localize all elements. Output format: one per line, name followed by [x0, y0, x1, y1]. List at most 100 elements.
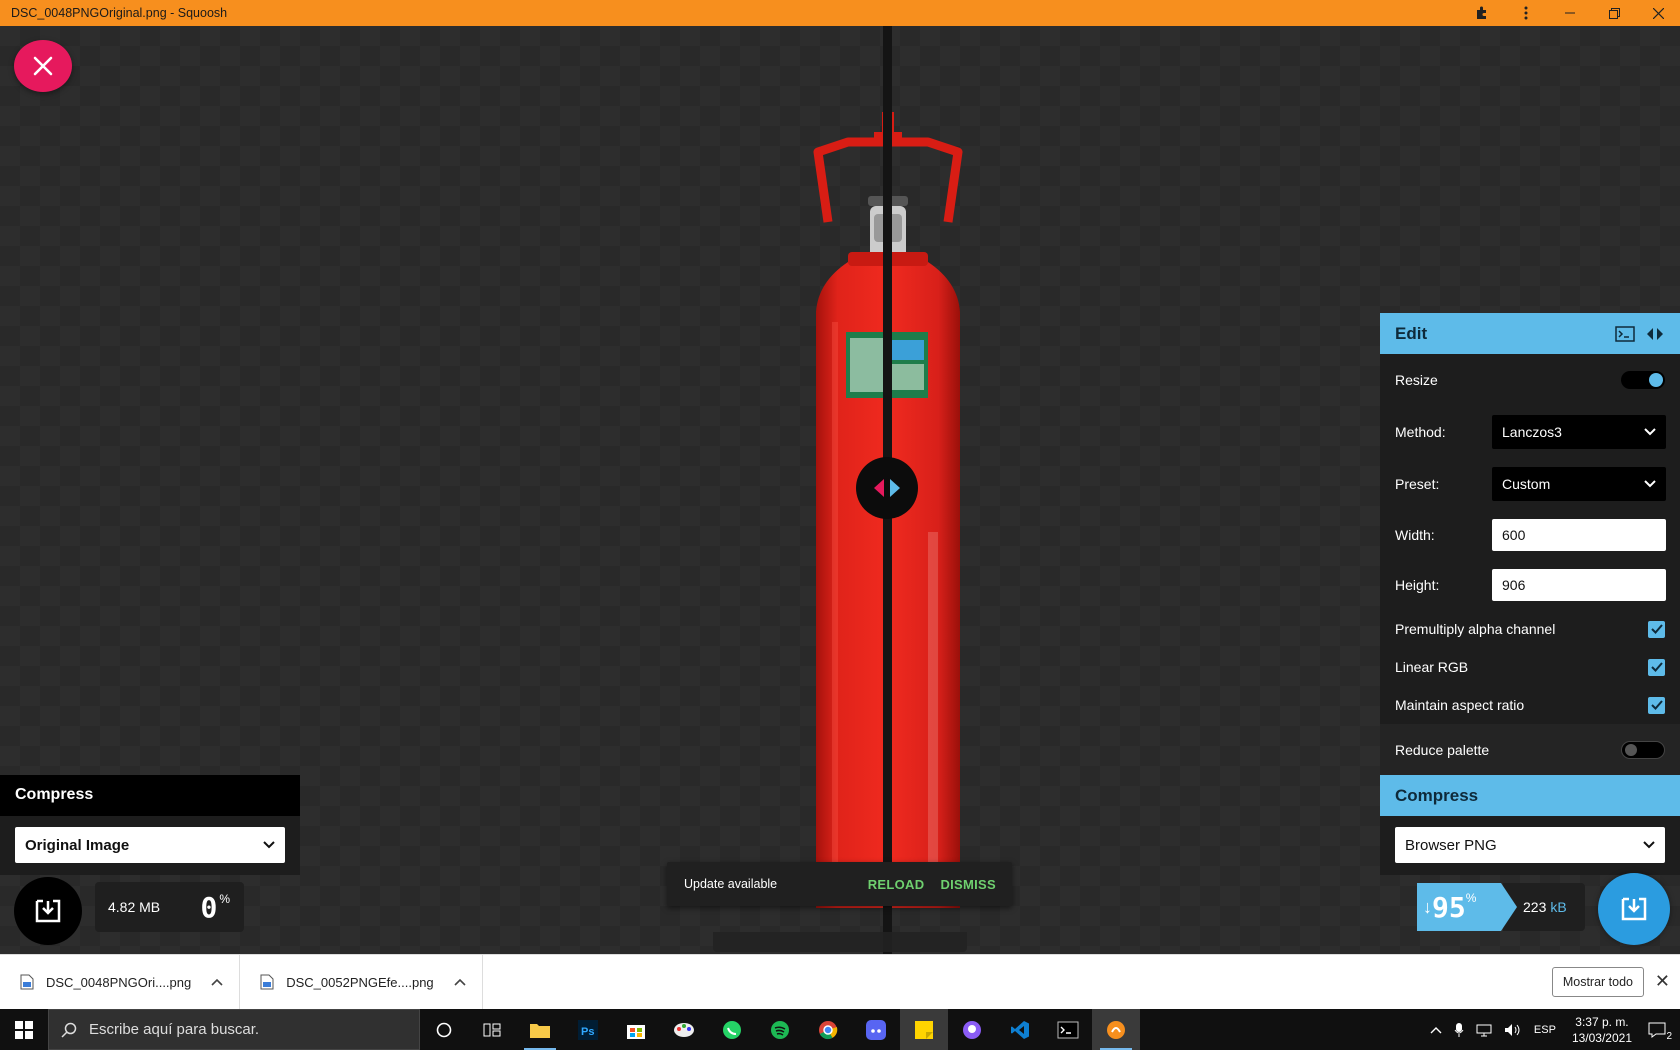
linear-rgb-row: Linear RGB — [1380, 648, 1680, 686]
image-file-icon — [260, 974, 274, 990]
resize-toggle[interactable] — [1621, 371, 1665, 389]
sticky-notes-icon[interactable] — [900, 1009, 948, 1050]
image-file-icon — [20, 974, 34, 990]
minimize-icon[interactable] — [1548, 0, 1592, 26]
checkmark-icon — [1650, 700, 1663, 710]
left-compress-panel: Compress Original Image — [0, 775, 300, 875]
left-compress-header: Compress — [0, 775, 300, 816]
chevron-down-icon — [263, 841, 275, 849]
chevron-up-icon[interactable] — [1430, 1026, 1442, 1034]
checkmark-icon — [1650, 624, 1663, 634]
chevron-up-icon[interactable] — [211, 978, 223, 986]
method-value: Lanczos3 — [1502, 424, 1562, 440]
close-image-button[interactable] — [14, 40, 72, 92]
microphone-icon[interactable] — [1454, 1022, 1464, 1038]
premultiply-checkbox[interactable] — [1648, 620, 1665, 638]
reduce-palette-toggle[interactable] — [1621, 740, 1665, 759]
store-icon[interactable] — [612, 1009, 660, 1050]
download-item-name: DSC_0052PNGEfe....png — [286, 974, 434, 990]
network-icon[interactable] — [1476, 1023, 1492, 1037]
x-icon — [33, 56, 53, 76]
left-download-button[interactable] — [14, 877, 82, 945]
squoosh-icon[interactable] — [1092, 1009, 1140, 1050]
task-view-icon[interactable] — [468, 1009, 516, 1050]
left-file-size: 4.82 MB 0 % — [95, 882, 244, 932]
left-size-value: 4.82 — [108, 899, 136, 915]
width-input[interactable] — [1492, 519, 1666, 551]
left-codec-select[interactable]: Original Image — [15, 827, 285, 863]
vscode-icon[interactable] — [996, 1009, 1044, 1050]
notification-count: 2 — [1666, 1030, 1672, 1042]
puzzle-icon[interactable] — [1460, 0, 1504, 26]
linear-rgb-label: Linear RGB — [1395, 659, 1469, 675]
left-percent-symbol: % — [219, 892, 230, 906]
download-shelf: DSC_0048PNGOri....png DSC_0052PNGEfe....… — [0, 954, 1680, 1010]
system-tray: ESP 3:37 p. m. 13/03/2021 2 — [1424, 1009, 1680, 1050]
zoom-controls[interactable] — [713, 932, 967, 952]
right-download-button[interactable] — [1598, 873, 1670, 945]
show-all-button[interactable]: Mostrar todo — [1551, 967, 1644, 997]
dismiss-button[interactable]: DISMISS — [940, 877, 996, 892]
down-arrow-icon: ↓ — [1423, 896, 1432, 917]
windows-start-icon[interactable] — [0, 1009, 48, 1050]
taskbar-search[interactable]: Escribe aquí para buscar. — [48, 1009, 420, 1050]
notifications-icon[interactable]: 2 — [1648, 1022, 1672, 1042]
taskbar: Escribe aquí para buscar. Ps ESP 3:37 p.… — [0, 1009, 1680, 1050]
language-indicator[interactable]: ESP — [1534, 1024, 1556, 1036]
photoshop-icon[interactable]: Ps — [564, 1009, 612, 1050]
download-item[interactable]: DSC_0048PNGOri....png — [0, 954, 241, 1010]
chevron-down-icon — [1644, 480, 1656, 488]
linear-rgb-checkbox[interactable] — [1648, 658, 1665, 676]
clock[interactable]: 3:37 p. m. 13/03/2021 — [1572, 1014, 1632, 1046]
output-size-unit: kB — [1550, 899, 1567, 915]
close-shelf-icon[interactable]: ✕ — [1655, 971, 1670, 992]
split-toggle-icon[interactable] — [1645, 327, 1665, 341]
right-codec-value: Browser PNG — [1405, 836, 1497, 854]
window-title: DSC_0048PNGOriginal.png - Squoosh — [11, 6, 228, 20]
restore-icon[interactable] — [1592, 0, 1636, 26]
resize-label: Resize — [1395, 372, 1438, 388]
terminal-app-icon[interactable] — [1044, 1009, 1092, 1050]
output-size-value: 223 — [1523, 899, 1547, 915]
github-icon[interactable] — [948, 1009, 996, 1050]
chrome-icon[interactable] — [804, 1009, 852, 1050]
aspect-label: Maintain aspect ratio — [1395, 697, 1525, 713]
reload-button[interactable]: RELOAD — [868, 877, 925, 892]
window-title-bar: DSC_0048PNGOriginal.png - Squoosh — [0, 0, 1680, 26]
reduce-palette-label: Reduce palette — [1395, 741, 1490, 758]
whatsapp-icon[interactable] — [708, 1009, 756, 1050]
savings-value: 95 — [1432, 890, 1466, 924]
method-select[interactable]: Lanczos3 — [1492, 415, 1666, 449]
split-arrows-icon — [874, 479, 900, 497]
file-explorer-icon[interactable] — [516, 1009, 564, 1050]
cortana-icon[interactable] — [420, 1009, 468, 1050]
clock-date: 13/03/2021 — [1571, 1030, 1632, 1045]
aspect-checkbox[interactable] — [1648, 696, 1665, 714]
chevron-up-icon[interactable] — [454, 978, 466, 986]
toast-message: Update available — [684, 877, 778, 891]
right-codec-select[interactable]: Browser PNG — [1395, 827, 1665, 863]
aspect-row: Maintain aspect ratio — [1380, 686, 1680, 724]
discord-icon[interactable] — [852, 1009, 900, 1050]
download-item[interactable]: DSC_0052PNGEfe....png — [240, 954, 483, 1010]
preset-value: Custom — [1502, 476, 1551, 492]
close-icon[interactable] — [1636, 0, 1680, 26]
reduce-palette-row: Reduce palette — [1380, 724, 1680, 775]
preset-select[interactable]: Custom — [1492, 467, 1666, 501]
spotify-icon[interactable] — [756, 1009, 804, 1050]
download-icon — [35, 899, 61, 923]
download-icon — [1621, 897, 1647, 921]
right-compress-header: Compress — [1380, 775, 1680, 816]
resize-row: Resize — [1380, 354, 1680, 406]
terminal-icon[interactable] — [1615, 325, 1635, 342]
update-toast: Update available RELOAD DISMISS — [667, 862, 1012, 906]
volume-icon[interactable] — [1504, 1023, 1522, 1037]
kebab-menu-icon[interactable] — [1504, 0, 1548, 26]
height-input[interactable] — [1492, 569, 1666, 601]
checkmark-icon — [1650, 662, 1663, 672]
chevron-down-icon — [1644, 428, 1656, 436]
split-handle[interactable] — [856, 457, 918, 519]
premultiply-row: Premultiply alpha channel — [1380, 610, 1680, 648]
edit-header: Edit — [1380, 313, 1680, 354]
paint-icon[interactable] — [660, 1009, 708, 1050]
